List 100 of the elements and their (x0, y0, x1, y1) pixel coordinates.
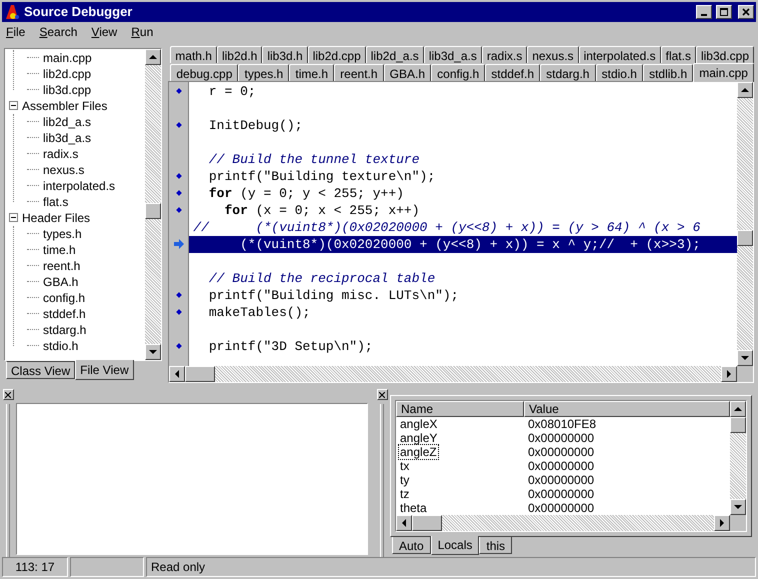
tab[interactable]: Class View (6, 361, 76, 379)
table-cell[interactable]: angleY (399, 431, 438, 445)
table-cell[interactable]: tz (399, 487, 410, 501)
scroll-thumb[interactable] (737, 230, 753, 246)
up-arrow-icon (149, 54, 158, 60)
menu-item[interactable]: Run (129, 22, 156, 41)
tab[interactable]: stdio.h (596, 64, 644, 81)
scroll-thumb[interactable] (185, 366, 216, 382)
tab[interactable]: stdarg.h (540, 64, 596, 81)
horizontal-scrollbar[interactable] (169, 366, 737, 382)
tree-file[interactable]: stddef.h (43, 306, 86, 322)
scroll-arrow-button[interactable] (145, 48, 162, 65)
tab[interactable]: lib2d.cpp (308, 46, 366, 63)
scroll-arrow-button[interactable] (145, 344, 162, 360)
table-cell[interactable]: ty (399, 473, 410, 487)
code-line: InitDebug(); (208, 116, 302, 134)
tab[interactable]: debug.cpp (170, 64, 238, 81)
vertical-scrollbar[interactable] (730, 401, 746, 515)
menu-item[interactable]: Search (37, 22, 80, 41)
table-cell-text: 0x00000000 (527, 487, 594, 501)
scroll-thumb[interactable] (145, 202, 162, 219)
tree-file[interactable]: flat.s (43, 194, 68, 210)
close-icon (5, 392, 11, 398)
status-mode: Read only (146, 557, 756, 577)
tree-file[interactable]: config.h (43, 290, 86, 306)
code-line: makeTables(); (208, 304, 310, 321)
tab[interactable]: File View (75, 360, 134, 380)
scroll-arrow-button[interactable] (737, 350, 753, 366)
tab[interactable]: Auto (392, 537, 431, 554)
scroll-arrow-button[interactable] (714, 515, 730, 531)
close-pane-button[interactable] (376, 389, 388, 400)
menu-item[interactable]: File (4, 22, 28, 41)
tab[interactable]: types.h (238, 64, 290, 81)
tab[interactable]: this (479, 537, 512, 554)
tree-file[interactable]: lib3d.cpp (43, 82, 92, 98)
tab[interactable]: math.h (170, 46, 217, 63)
tab[interactable]: Locals (430, 536, 480, 555)
tree-file[interactable]: nexus.s (43, 162, 84, 178)
horizontal-scrollbar[interactable] (396, 515, 730, 531)
table-cell[interactable]: theta (399, 501, 428, 515)
scroll-arrow-button[interactable] (730, 499, 746, 515)
menu-item[interactable]: View (89, 22, 120, 41)
column-header[interactable]: Value (524, 401, 730, 417)
scroll-thumb[interactable] (730, 417, 746, 433)
code-comment: // Build the reciprocal table (208, 270, 436, 287)
tab[interactable]: lib3d_a.s (424, 46, 482, 63)
minimize-button[interactable] (696, 4, 712, 19)
vertical-scrollbar[interactable] (737, 82, 753, 366)
tab[interactable]: lib2d_a.s (366, 46, 424, 63)
table-cell[interactable]: angleZ (399, 445, 438, 459)
tree-file[interactable]: reent.h (43, 258, 80, 274)
tree-file[interactable]: time.h (43, 242, 76, 258)
tree-file[interactable]: stdarg.h (43, 322, 86, 338)
scroll-arrow-button[interactable] (169, 366, 186, 382)
tree-file[interactable]: types.h (43, 226, 82, 242)
tab[interactable]: interpolated.s (578, 46, 661, 63)
tree-file[interactable]: GBA.h (43, 274, 78, 290)
close-button[interactable] (738, 4, 754, 19)
tab[interactable]: reent.h (334, 64, 384, 81)
tab[interactable]: lib3d.cpp (696, 46, 754, 63)
tree-folder[interactable]: Header Files (22, 210, 90, 226)
tree-folder[interactable]: Assembler Files (22, 98, 108, 114)
tab[interactable]: config.h (431, 64, 486, 81)
left-arrow-icon (174, 370, 180, 378)
collapse-icon[interactable] (9, 101, 18, 110)
scroll-arrow-button[interactable] (737, 82, 753, 98)
code-line: r = 0; (208, 82, 256, 100)
maximize-button[interactable] (716, 4, 732, 19)
tab[interactable]: lib3d.h (262, 46, 308, 63)
table-cell[interactable]: angleX (399, 417, 438, 431)
down-arrow-icon (149, 349, 158, 355)
tab[interactable]: stddef.h (485, 64, 540, 81)
tree-file[interactable]: stdio.h (43, 338, 78, 354)
down-arrow-icon (741, 355, 749, 361)
scroll-thumb[interactable] (412, 515, 442, 531)
window-title: Source Debugger (24, 3, 134, 22)
tab[interactable]: radix.s (482, 46, 528, 63)
collapse-icon[interactable] (9, 213, 18, 222)
scroll-arrow-button[interactable] (396, 515, 412, 531)
tree-file[interactable]: interpolated.s (43, 178, 116, 194)
tab[interactable]: flat.s (660, 46, 696, 63)
tab[interactable]: nexus.s (527, 46, 579, 63)
scroll-arrow-button[interactable] (730, 401, 746, 417)
table-cell[interactable]: tx (399, 459, 410, 473)
tab[interactable]: main.cpp (693, 62, 754, 82)
tree-file[interactable]: lib2d.cpp (43, 66, 92, 82)
tree-file[interactable]: main.cpp (43, 50, 92, 66)
tab[interactable]: GBA.h (384, 64, 432, 81)
tree-file[interactable]: lib2d_a.s (43, 114, 92, 130)
tree-file[interactable]: radix.s (43, 146, 78, 162)
column-header[interactable]: Name (396, 401, 524, 417)
tab[interactable]: stdlib.h (643, 64, 694, 81)
tab[interactable]: lib2d.h (216, 46, 262, 63)
vertical-scrollbar[interactable] (145, 48, 162, 360)
table-cell-text: 0x00000000 (527, 445, 594, 459)
tree-file[interactable]: lib3d_a.s (43, 130, 92, 146)
scroll-arrow-button[interactable] (721, 366, 737, 382)
close-pane-button[interactable] (2, 389, 14, 400)
tab[interactable]: time.h (289, 64, 334, 81)
status-position: 113: 17 (2, 557, 68, 577)
